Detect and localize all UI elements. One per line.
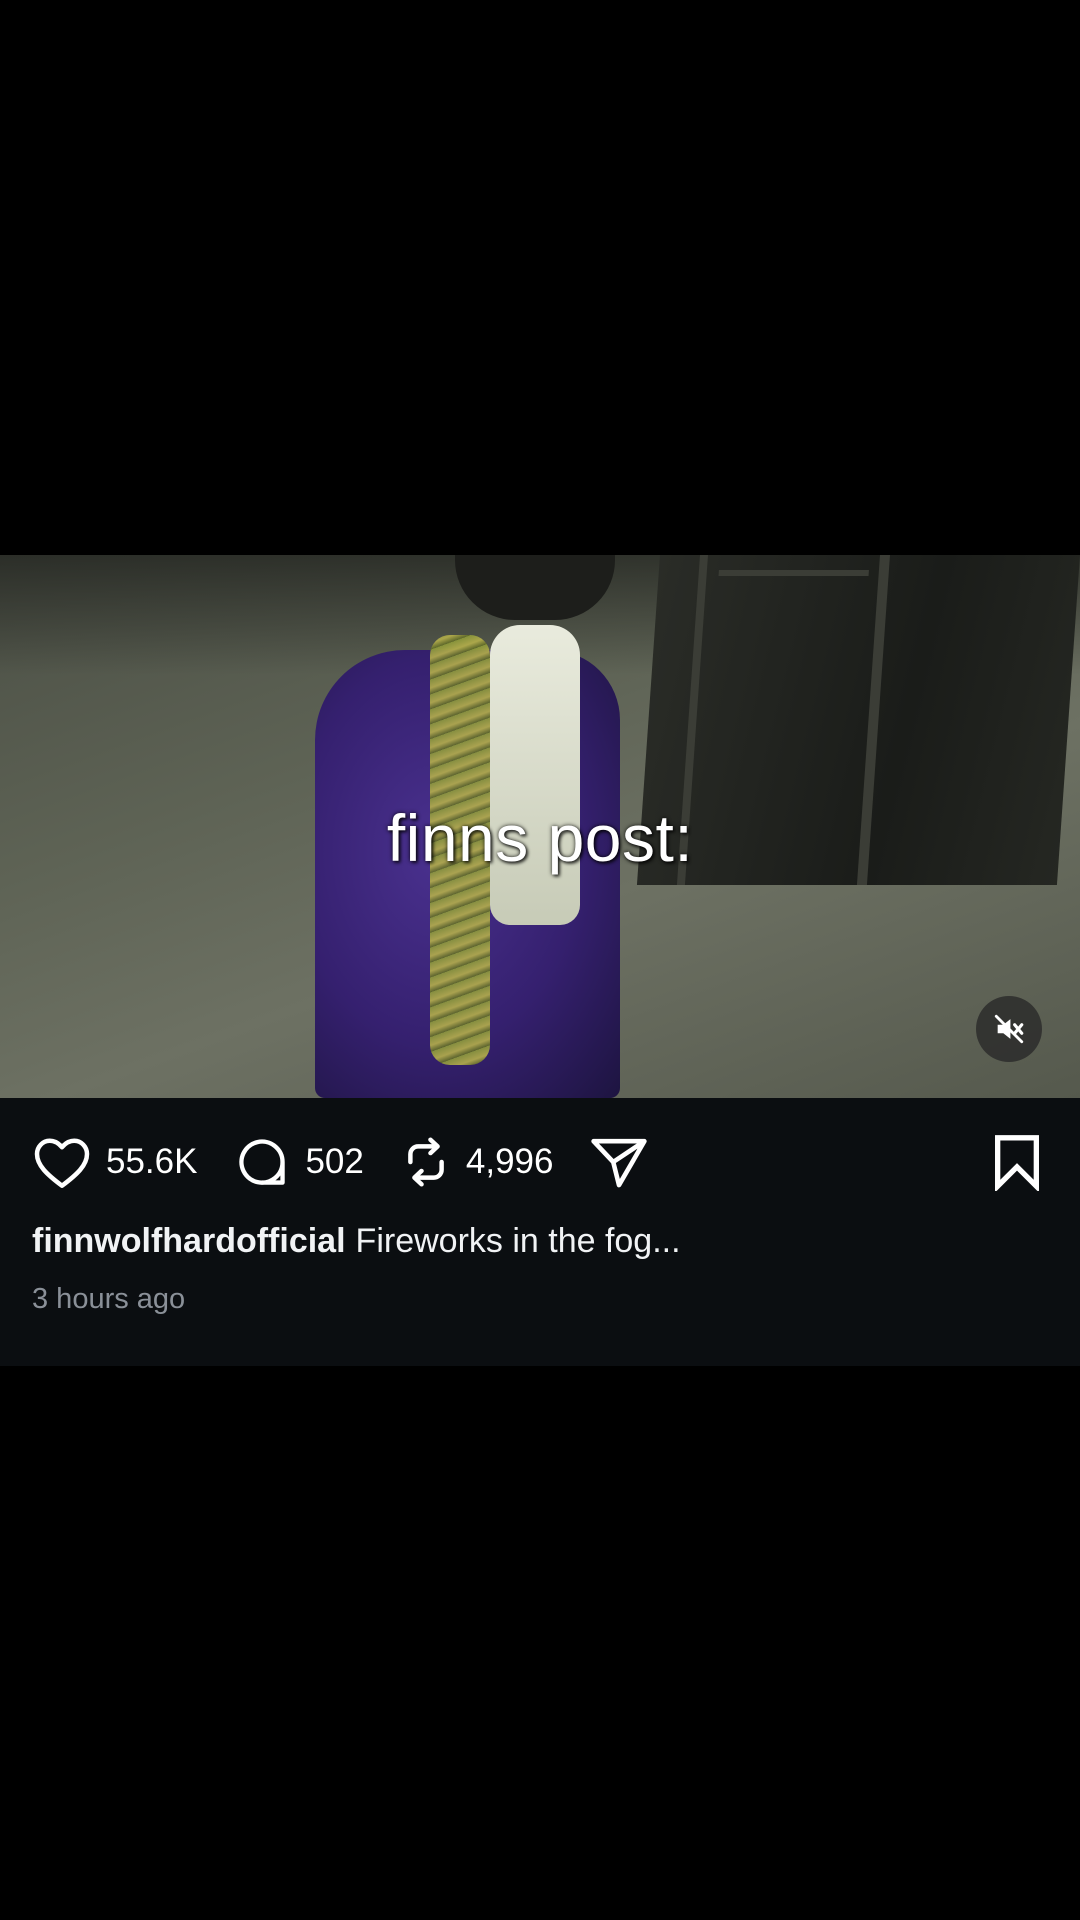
bottom-letterbox — [0, 1366, 1080, 1920]
top-letterbox — [0, 0, 1080, 555]
post-timestamp: 3 hours ago — [32, 1283, 186, 1315]
heart-icon — [34, 1138, 90, 1188]
post-username[interactable]: finnwolfhardofficial — [32, 1222, 346, 1260]
video-overlay-text: finns post: — [386, 801, 694, 875]
mute-button[interactable] — [976, 996, 1042, 1062]
send-icon — [591, 1138, 648, 1188]
repost-count: 4,996 — [465, 1142, 554, 1181]
video-wall-beam — [718, 570, 869, 576]
save-button[interactable] — [992, 1133, 1042, 1193]
video-figure-shirt — [490, 625, 580, 925]
like-button[interactable]: 55.6K — [32, 1134, 233, 1190]
action-bar: 55.6K 502 4,996 — [32, 1130, 649, 1194]
share-button[interactable] — [589, 1134, 649, 1190]
comment-count: 502 — [305, 1142, 364, 1181]
post-caption-text[interactable]: Fireworks in the fog... — [356, 1222, 681, 1260]
repost-icon — [408, 1137, 444, 1187]
post-caption: finnwolfhardofficial Fireworks in the fog… — [32, 1222, 681, 1261]
speaker-muted-icon — [994, 1014, 1024, 1044]
bookmark-icon — [995, 1135, 1039, 1193]
like-count: 55.6K — [106, 1142, 198, 1181]
comment-button[interactable]: 502 — [233, 1133, 399, 1191]
repost-button[interactable]: 4,996 — [400, 1133, 590, 1191]
comment-bubble-icon — [239, 1139, 286, 1185]
